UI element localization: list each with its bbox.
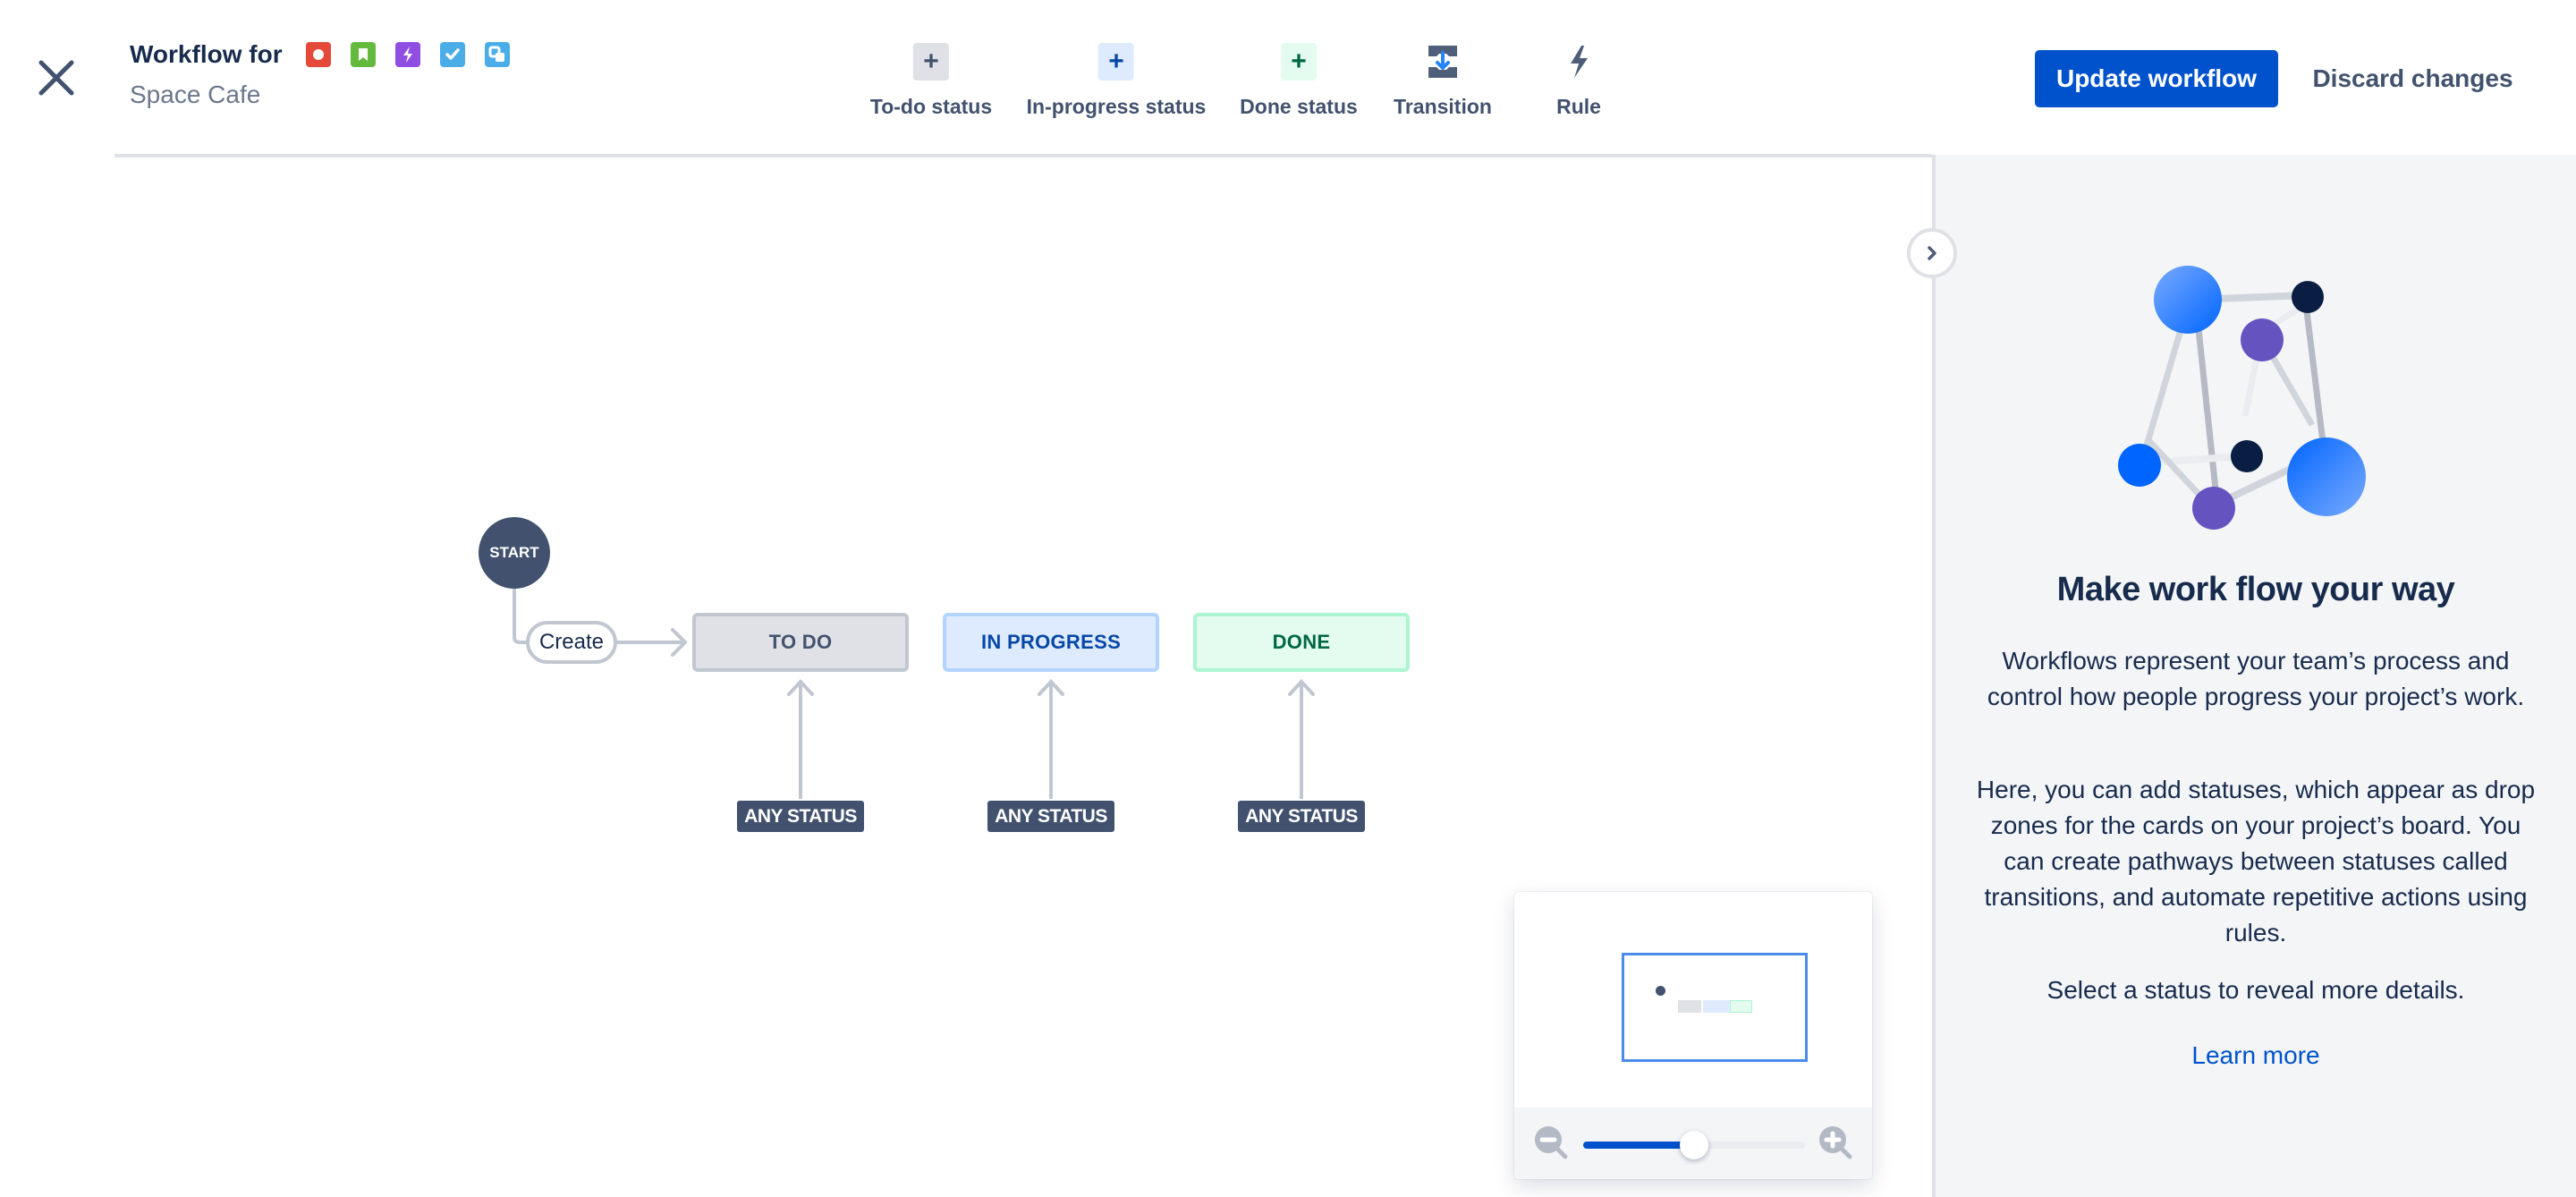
toolbar-label: Transition	[1394, 95, 1492, 118]
minimap-status-todo	[1678, 1000, 1701, 1013]
toolbar-label: In-progress status	[1026, 95, 1207, 118]
zoom-out-button[interactable]	[1534, 1125, 1570, 1161]
close-icon	[38, 60, 74, 96]
minimap-status-done	[1730, 1000, 1752, 1013]
bug-icon	[305, 42, 331, 67]
illustration-node	[2241, 318, 2284, 361]
toolbar-label: To-do status	[869, 95, 993, 118]
panel-paragraph: Select a status to reveal more details.	[2046, 976, 2465, 1004]
collapse-panel-button[interactable]	[1907, 228, 1957, 278]
panel-paragraph: Workflows represent your team’s process …	[1987, 647, 2525, 710]
minimap-view[interactable]	[1514, 892, 1872, 1108]
zoom-in-button[interactable]	[1818, 1125, 1854, 1161]
zoom-out-icon	[1535, 1126, 1568, 1159]
lightning-icon	[1561, 43, 1597, 81]
close-button[interactable]	[34, 55, 79, 100]
illustration-node	[2292, 281, 2324, 313]
add-done-status-button[interactable]: + Done status	[1240, 43, 1358, 119]
panel-heading: Make work flow your way	[2056, 571, 2455, 608]
zoom-slider-fill	[1583, 1142, 1694, 1149]
zoom-in-icon	[1819, 1126, 1852, 1159]
any-status-todo[interactable]: ANY STATUS	[737, 801, 864, 832]
panel-paragraph: Here, you can add statuses, which appear…	[1976, 776, 2536, 947]
workflow-title: Workflow for	[130, 40, 510, 69]
story-icon	[350, 42, 376, 67]
learn-more-link[interactable]: Learn more	[1936, 1041, 2576, 1070]
discard-changes-button[interactable]: Discard changes	[2303, 50, 2522, 107]
transition-icon	[1425, 43, 1461, 81]
status-todo[interactable]: TO DO	[692, 613, 909, 672]
illustration-node	[2287, 437, 2366, 516]
chevron-right-icon	[1928, 246, 1936, 260]
project-name: Space Cafe	[130, 81, 261, 108]
zoom-controls	[1514, 1108, 1872, 1179]
illustration-node	[2192, 487, 2235, 530]
add-todo-status-button[interactable]: + To-do status	[870, 43, 992, 119]
plus-icon: +	[912, 43, 949, 81]
epic-icon	[394, 42, 420, 67]
update-workflow-button[interactable]: Update workflow	[2035, 50, 2278, 107]
workflow-illustration	[2118, 266, 2366, 530]
add-transition-button[interactable]: Transition	[1394, 43, 1492, 119]
page-title: Workflow for	[130, 40, 283, 68]
status-in-progress[interactable]: IN PROGRESS	[943, 613, 1159, 672]
subtask-icon	[484, 42, 510, 67]
add-rule-button[interactable]: Rule	[1556, 43, 1601, 119]
task-icon	[439, 42, 465, 67]
any-status-in-progress[interactable]: ANY STATUS	[987, 801, 1114, 832]
any-status-done[interactable]: ANY STATUS	[1238, 801, 1365, 832]
minimap-status-in-progress	[1703, 1000, 1730, 1013]
zoom-slider-thumb[interactable]	[1680, 1131, 1708, 1159]
toolbar-label: Done status	[1240, 95, 1358, 118]
illustration-node	[2231, 440, 2263, 472]
minimap-panel	[1514, 892, 1872, 1179]
status-done[interactable]: DONE	[1193, 613, 1410, 672]
toolbar-label: Rule	[1556, 95, 1601, 118]
illustration-node	[2154, 266, 2222, 334]
plus-icon: +	[1098, 43, 1134, 81]
plus-icon: +	[1280, 43, 1317, 81]
zoom-slider[interactable]	[1583, 1131, 1805, 1159]
add-in-progress-status-button[interactable]: + In-progress status	[1026, 43, 1207, 119]
start-node[interactable]: START	[479, 517, 550, 589]
illustration-node	[2118, 444, 2161, 487]
header: Workflow for Space Cafe + To-do status +…	[0, 0, 2576, 155]
create-transition[interactable]: Create	[526, 621, 617, 664]
minimap-start-node	[1656, 986, 1665, 996]
